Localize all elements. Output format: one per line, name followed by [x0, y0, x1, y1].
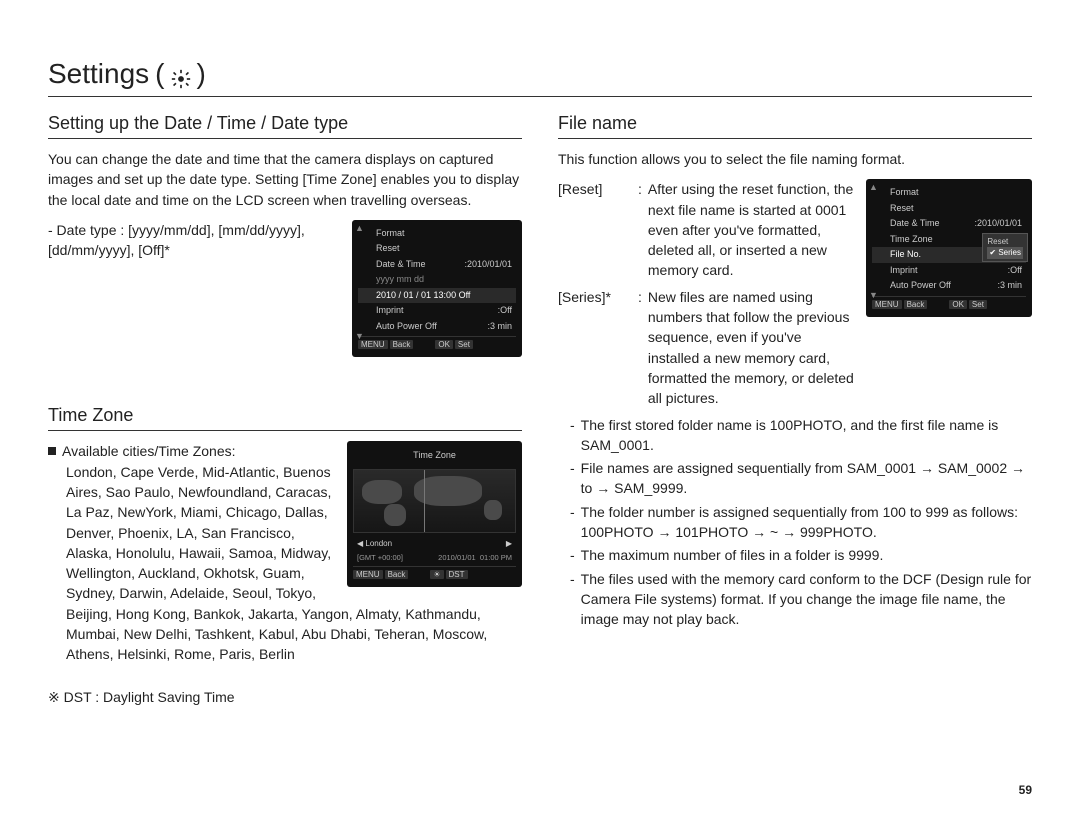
lcd-file-tz: Time Zone [890, 233, 933, 247]
square-bullet-icon [48, 447, 56, 455]
filename-bullets: -The first stored folder name is 100PHOT… [558, 415, 1032, 630]
lcd-file-imprint-val: :Off [1008, 264, 1022, 278]
filename-intro: This function allows you to select the f… [558, 149, 1032, 169]
up-arrow-icon-2: ▲ [869, 181, 878, 195]
lcd-tz-gmt: [GMT +00:00] [357, 552, 403, 563]
lcd-date-imprint-val: :Off [498, 304, 512, 318]
lcd-date-apo-val: :3 min [487, 320, 512, 334]
lcd-date-screenshot: ▲ Format Reset Date & Time :2010/01/01 yy… [352, 220, 522, 358]
down-arrow-icon-2: ▼ [869, 289, 878, 303]
dash-icon: - [570, 458, 575, 499]
lcd-file-reset: Reset [890, 202, 914, 216]
lcd-date-footer: MENUBack OKSet [358, 336, 516, 351]
lcd-file-dt-val: :2010/01/01 [974, 217, 1022, 231]
title-text: Settings [48, 58, 149, 90]
title-open-paren: ( [155, 58, 164, 90]
lcd-date-reset: Reset [376, 242, 400, 256]
dash-icon: - [570, 502, 575, 543]
def-colon-2: : [638, 287, 642, 409]
lcd-file-footer: MENUBack OKSet [872, 296, 1026, 311]
series-desc: New files are named using numbers that f… [648, 287, 856, 409]
lcd-tz-dst: DST [446, 570, 468, 579]
gear-icon [171, 64, 191, 84]
lcd-date-imprint: Imprint [376, 304, 404, 318]
lcd-date-dt: Date & Time [376, 258, 426, 272]
lcd-date-apo: Auto Power Off [376, 320, 437, 334]
popup-series: Series [998, 248, 1021, 257]
lcd-timezone-screenshot: Time Zone ◀ London ▶ [GMT +00:00] 2010/0… [347, 441, 522, 587]
lcd-tz-footer: MENUBack ☀DST [353, 566, 516, 581]
lcd-date-edit: 2010 / 01 / 01 13:00 Off [376, 289, 470, 303]
content-columns: Setting up the Date / Time / Date type Y… [48, 109, 1032, 717]
lcd-fileno-screenshot: ▲ Format Reset Date & Time :2010/01/01 Ti… [866, 179, 1032, 317]
bullet-5: The files used with the memory card conf… [581, 569, 1032, 630]
lcd-date-set: Set [455, 340, 473, 349]
lcd-date-hint: yyyy mm dd [376, 273, 424, 287]
dst-note: ※ DST : Daylight Saving Time [48, 687, 522, 707]
dash-icon: - [570, 569, 575, 630]
lcd-file-dt: Date & Time [890, 217, 940, 231]
lcd-file-no: File No. [890, 248, 921, 262]
right-column: File name This function allows you to se… [558, 109, 1032, 717]
down-arrow-icon: ▼ [355, 330, 364, 344]
reset-desc: After using the reset function, the next… [648, 179, 856, 280]
bullet-3: The folder number is assigned sequential… [581, 502, 1032, 543]
lcd-file-back: Back [904, 300, 928, 309]
page-number: 59 [1019, 783, 1032, 797]
lcd-tz-time: 01:00 PM [480, 553, 512, 562]
reset-term: [Reset] [558, 179, 632, 280]
lcd-file-imprint: Imprint [890, 264, 918, 278]
def-colon-1: : [638, 179, 642, 280]
section-date-heading: Setting up the Date / Time / Date type [48, 113, 522, 139]
page-title: Settings ( ) [48, 58, 1032, 97]
section-tz-heading: Time Zone [48, 405, 522, 431]
lcd-file-popup: Reset ✔ Series [982, 233, 1028, 261]
bullet-2: File names are assigned sequentially fro… [581, 458, 1032, 499]
lcd-tz-date: 2010/01/01 [438, 553, 476, 562]
lcd-tz-city: London [365, 539, 392, 548]
lcd-file-apo-val: :3 min [997, 279, 1022, 293]
up-arrow-icon: ▲ [355, 222, 364, 236]
title-close-paren: ) [197, 58, 206, 90]
lcd-file-apo: Auto Power Off [890, 279, 951, 293]
cities-label: Available cities/Time Zones: [62, 443, 236, 459]
ok-badge-2: OK [949, 300, 967, 309]
menu-badge-2: MENU [353, 570, 383, 579]
ok-badge: OK [435, 340, 453, 349]
lcd-date-dt-val: :2010/01/01 [464, 258, 512, 272]
series-term: [Series]* [558, 287, 632, 409]
lcd-file-set: Set [969, 300, 987, 309]
bullet-1: The first stored folder name is 100PHOTO… [581, 415, 1032, 456]
section-filename-heading: File name [558, 113, 1032, 139]
lcd-file-format: Format [890, 186, 919, 200]
left-column: Setting up the Date / Time / Date type Y… [48, 109, 522, 717]
dash-icon: - [570, 415, 575, 456]
lcd-tz-back: Back [385, 570, 409, 579]
date-body: You can change the date and time that th… [48, 149, 522, 210]
dst-badge: ☀ [430, 570, 443, 579]
dash-icon: - [570, 545, 575, 565]
bullet-4: The maximum number of files in a folder … [581, 545, 884, 565]
reset-definition: [Reset] : After using the reset function… [558, 179, 856, 280]
series-definition: [Series]* : New files are named using nu… [558, 287, 856, 409]
lcd-date-format: Format [376, 227, 405, 241]
lcd-date-back: Back [390, 340, 414, 349]
date-type-label: - Date type : [48, 222, 124, 238]
popup-reset: Reset [987, 236, 1023, 247]
lcd-tz-title: Time Zone [353, 447, 516, 465]
world-map-icon [353, 469, 516, 533]
